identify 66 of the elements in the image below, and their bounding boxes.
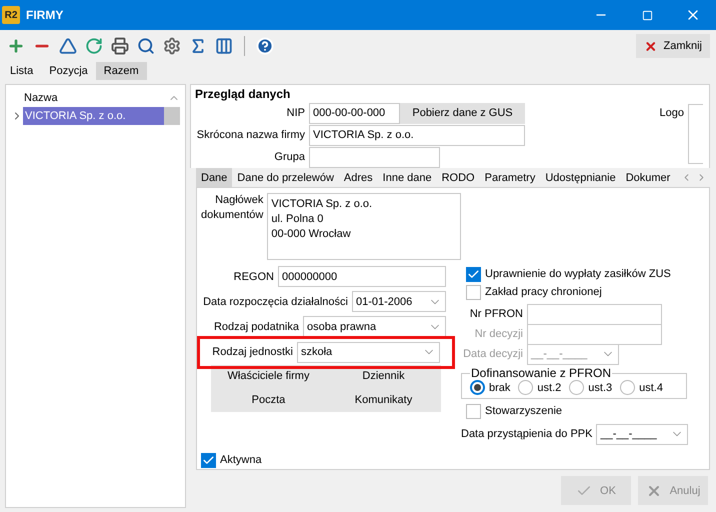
checkbox-label: Zakład pracy chronionej bbox=[485, 286, 602, 298]
radio-label: brak bbox=[489, 382, 510, 394]
checkbox-label: Uprawnienie do wypłaty zasiłków ZUS bbox=[485, 268, 671, 280]
app-logo: R2 bbox=[2, 6, 20, 24]
field-label: REGON bbox=[234, 270, 275, 282]
triangle-icon[interactable] bbox=[58, 36, 78, 56]
link-button[interactable]: Poczta bbox=[211, 388, 326, 412]
logo-box[interactable] bbox=[688, 104, 703, 164]
radio-label: ust.3 bbox=[588, 382, 612, 394]
input-field[interactable]: VICTORIA Sp. z o.o. bbox=[309, 124, 525, 146]
maximize-icon bbox=[642, 10, 652, 20]
columns-icon[interactable] bbox=[214, 36, 234, 56]
window-title: FIRMY bbox=[26, 8, 64, 22]
input-field[interactable]: 000000000 bbox=[278, 266, 446, 287]
radio-label: ust.4 bbox=[639, 382, 663, 394]
field-label: NIP bbox=[286, 107, 306, 119]
checkbox-label: Aktywna bbox=[220, 454, 262, 466]
field-label: Data decyzji bbox=[462, 348, 524, 360]
help-icon[interactable] bbox=[255, 36, 275, 56]
view-tab[interactable]: Pozycja bbox=[41, 62, 96, 80]
link-button[interactable]: Komunikaty bbox=[326, 388, 441, 412]
field-label: Nr decyzji bbox=[474, 328, 524, 340]
view-tab[interactable]: Lista bbox=[2, 62, 42, 80]
input-field[interactable] bbox=[527, 304, 662, 324]
gus-button[interactable]: Pobierz dane z GUS bbox=[400, 102, 525, 124]
dropdown[interactable]: __-__-____ bbox=[596, 424, 688, 444]
dropdown[interactable]: 01-01-2006 bbox=[352, 291, 446, 312]
link-button[interactable]: Dziennik bbox=[326, 364, 441, 388]
radio-button[interactable] bbox=[518, 380, 534, 395]
field-label: Data rozpoczęcia działalności bbox=[203, 296, 349, 308]
dropdown[interactable]: szkoła bbox=[297, 342, 440, 363]
checkbox[interactable] bbox=[466, 284, 481, 300]
logo-label: Logo bbox=[660, 106, 684, 119]
field-label: Skrócona nazwa firmy bbox=[196, 129, 306, 141]
list-row[interactable]: VICTORIA Sp. z o.o. bbox=[23, 107, 164, 125]
column-header[interactable]: Nazwa bbox=[11, 92, 168, 104]
refresh-icon[interactable] bbox=[84, 36, 104, 56]
checkbox[interactable] bbox=[466, 266, 481, 282]
field-label: Nagłówek dokumentów bbox=[201, 193, 264, 223]
search-icon[interactable] bbox=[136, 36, 156, 56]
settings-icon[interactable] bbox=[162, 36, 182, 56]
field-label: Data przystąpienia do PPK bbox=[461, 428, 594, 440]
detail-tab[interactable]: Dane bbox=[196, 168, 232, 187]
group-title: Dofinansowanie z PFRON bbox=[470, 366, 612, 380]
section-title: Przegląd danych bbox=[195, 87, 292, 102]
field-label: Grupa bbox=[273, 151, 306, 163]
field-label: Rodzaj podatnika bbox=[214, 320, 300, 332]
dropdown[interactable]: osoba prawna bbox=[303, 316, 446, 337]
radio-button[interactable] bbox=[569, 380, 584, 395]
checkbox[interactable] bbox=[466, 404, 481, 418]
close-window-button[interactable]: Zamknij bbox=[636, 34, 710, 58]
link-button[interactable]: Właściciele firmy bbox=[211, 364, 326, 388]
input-field[interactable]: 000-00-00-000 bbox=[309, 102, 400, 124]
input-field[interactable] bbox=[309, 146, 440, 168]
input-field[interactable] bbox=[527, 324, 662, 344]
field-label: Nr PFRON bbox=[468, 308, 524, 320]
field-label: Rodzaj jednostki bbox=[212, 346, 294, 358]
print-icon[interactable] bbox=[110, 36, 130, 56]
radio-button[interactable] bbox=[620, 380, 636, 395]
view-tab[interactable]: Razem bbox=[96, 62, 147, 80]
checkbox[interactable] bbox=[201, 452, 216, 468]
scrollbar-thumb[interactable] bbox=[164, 107, 180, 125]
text-area[interactable]: VICTORIA Sp. z o.o. ul. Polna 0 00-000 Wrocław bbox=[267, 193, 461, 260]
radio-button[interactable] bbox=[470, 380, 485, 395]
checkbox-label: Stowarzyszenie bbox=[485, 405, 562, 417]
radio-label: ust.2 bbox=[537, 382, 562, 394]
